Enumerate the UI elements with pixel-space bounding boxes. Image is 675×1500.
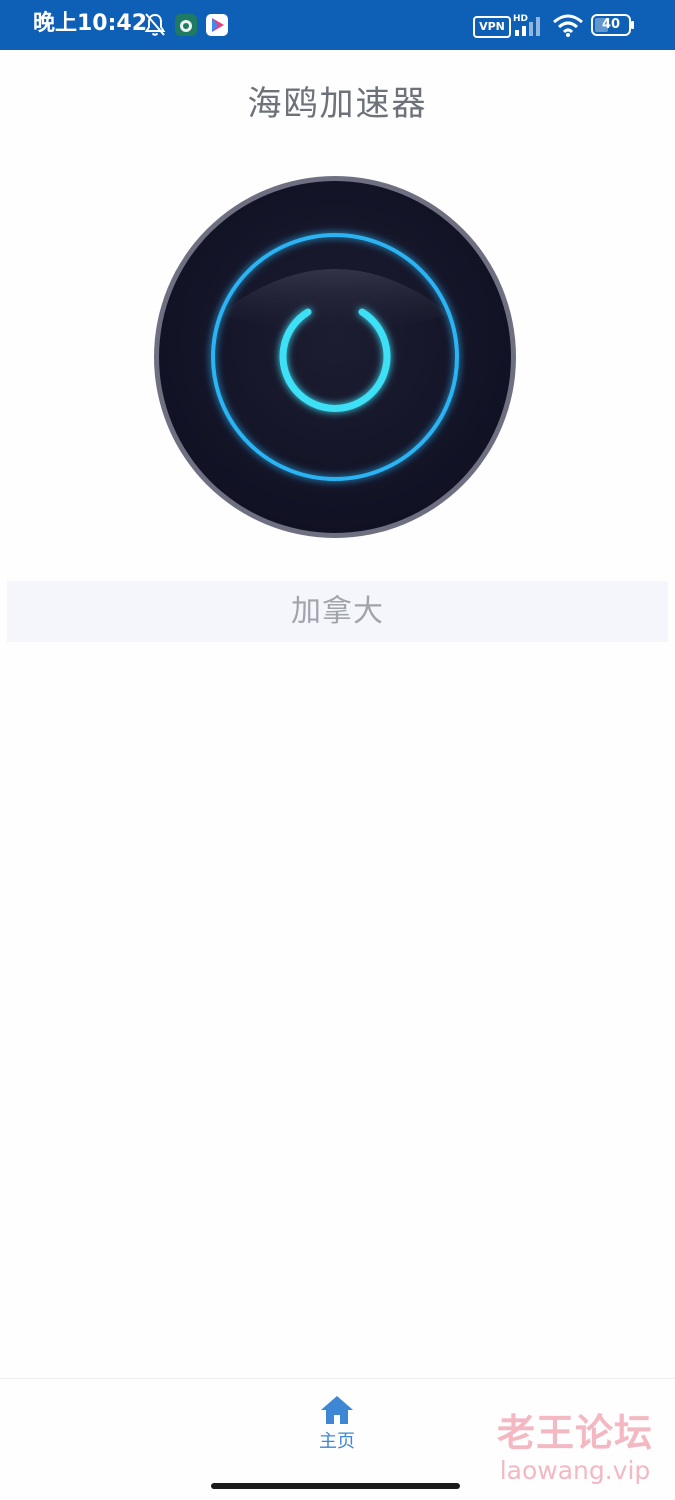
bottom-nav-divider <box>0 1378 675 1379</box>
power-icon <box>154 176 516 538</box>
home-icon <box>321 1396 353 1424</box>
nav-home-tab[interactable]: 主页 <box>297 1394 377 1460</box>
watermark-url: laowang.vip <box>499 1456 651 1485</box>
watermark: 老王论坛 laowang.vip <box>485 1410 665 1486</box>
nav-home-label: 主页 <box>319 1431 355 1452</box>
play-app-icon <box>206 14 228 36</box>
status-time: 晚上10:42 <box>33 11 148 36</box>
region-label: 加拿大 <box>291 594 384 629</box>
signal-label: HD <box>513 14 528 24</box>
power-button[interactable] <box>152 174 518 540</box>
status-bar: 晚上10:42 VPN HD 40 <box>0 0 675 50</box>
battery-icon: 40 <box>591 14 635 36</box>
vpn-badge: VPN <box>473 16 511 38</box>
wifi-icon <box>553 14 583 37</box>
watermark-title: 老王论坛 <box>496 1411 653 1455</box>
app-title: 海鸥加速器 <box>247 84 428 124</box>
signal-icon: HD <box>513 14 540 36</box>
bell-off-icon <box>144 13 166 36</box>
region-selector[interactable]: 加拿大 <box>7 581 668 642</box>
cloud-app-icon <box>175 14 197 36</box>
battery-level: 40 <box>601 17 621 32</box>
home-indicator[interactable] <box>211 1483 460 1489</box>
